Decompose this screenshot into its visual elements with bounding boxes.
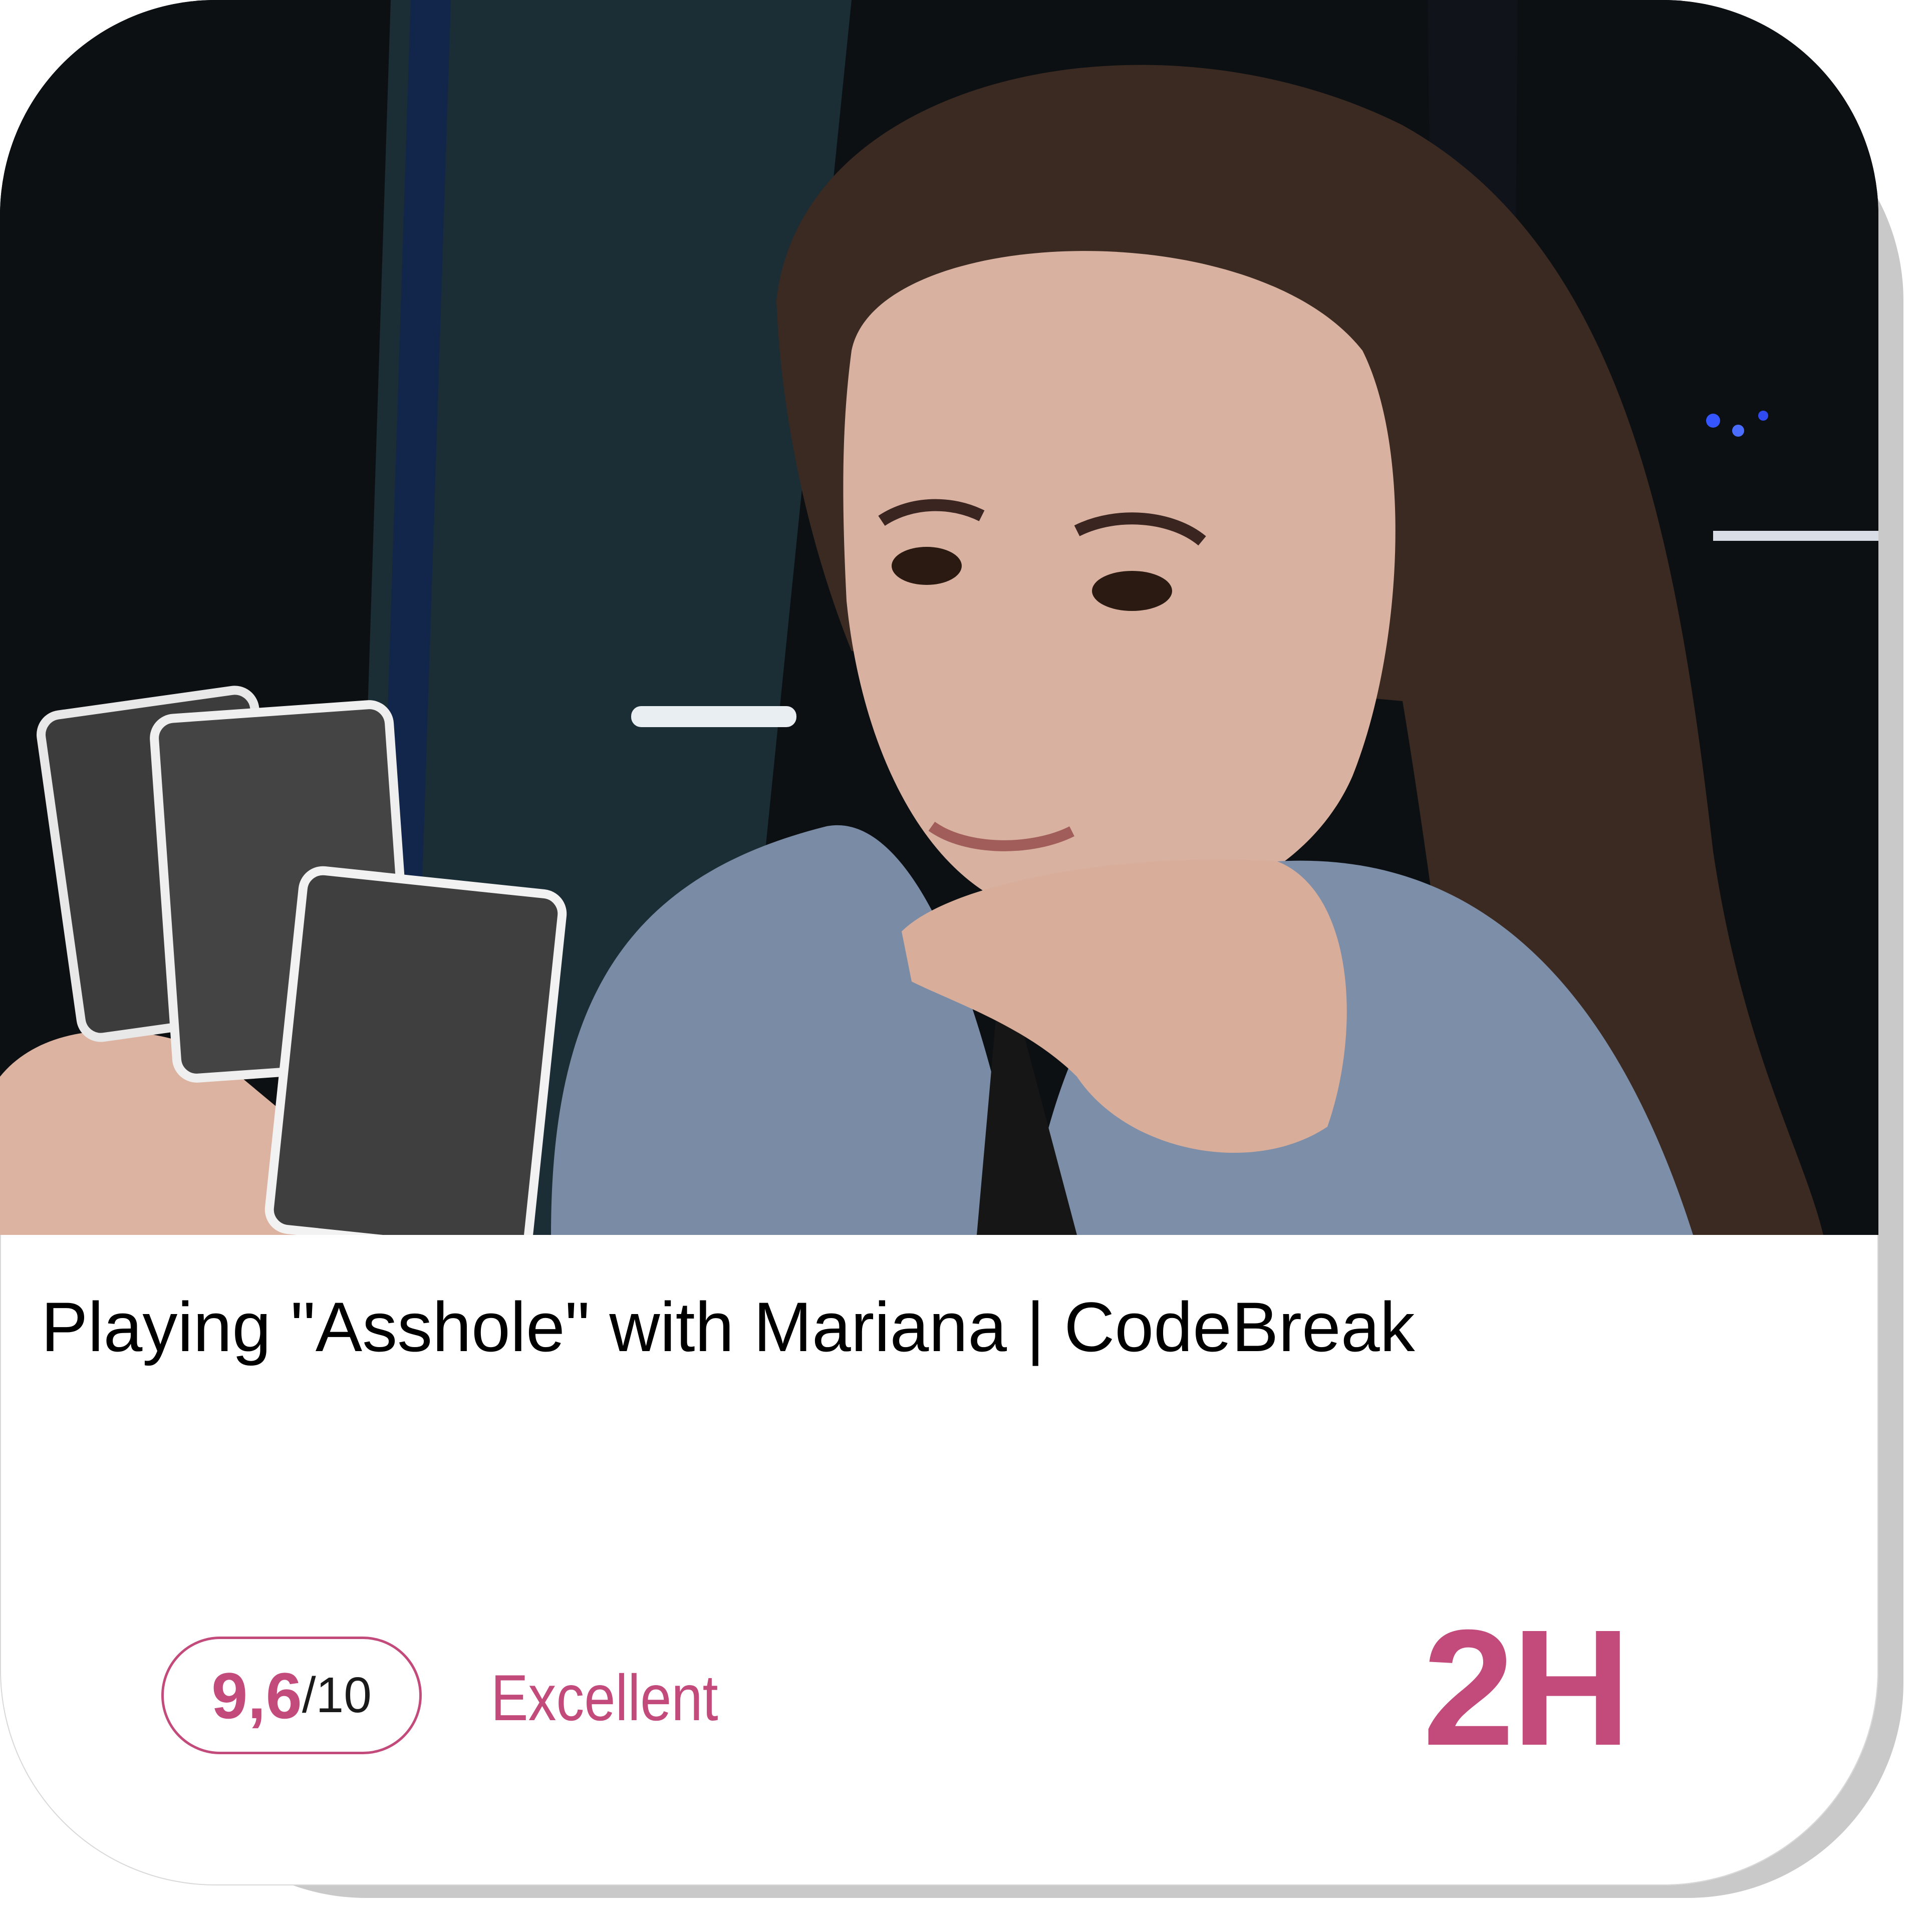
photo-card-3 bbox=[264, 866, 567, 1235]
photo-eye-right bbox=[1092, 571, 1172, 611]
rating-label: Excellent bbox=[491, 1661, 718, 1734]
photo-eye-left bbox=[892, 547, 962, 585]
photo-blue-light-3 bbox=[1758, 411, 1768, 421]
score-badge: 9,6 /10 bbox=[161, 1637, 422, 1754]
stage: Playing "Asshole" with Mariana | CodeBre… bbox=[0, 0, 1932, 1928]
photo-blue-light-2 bbox=[1732, 425, 1744, 437]
score-max: /10 bbox=[302, 1667, 372, 1723]
duration-label: 2H bbox=[1423, 1595, 1631, 1780]
score-value: 9,6 bbox=[211, 1659, 302, 1732]
photo-blue-light-1 bbox=[1706, 414, 1720, 428]
card-title[interactable]: Playing "Asshole" with Mariana | CodeBre… bbox=[41, 1282, 1794, 1372]
photo-light-left bbox=[631, 706, 796, 727]
photo-light-right bbox=[1713, 531, 1878, 541]
card-photo bbox=[0, 0, 1878, 1235]
photo-illustration bbox=[0, 0, 1878, 1235]
event-card[interactable]: Playing "Asshole" with Mariana | CodeBre… bbox=[0, 0, 1878, 1885]
